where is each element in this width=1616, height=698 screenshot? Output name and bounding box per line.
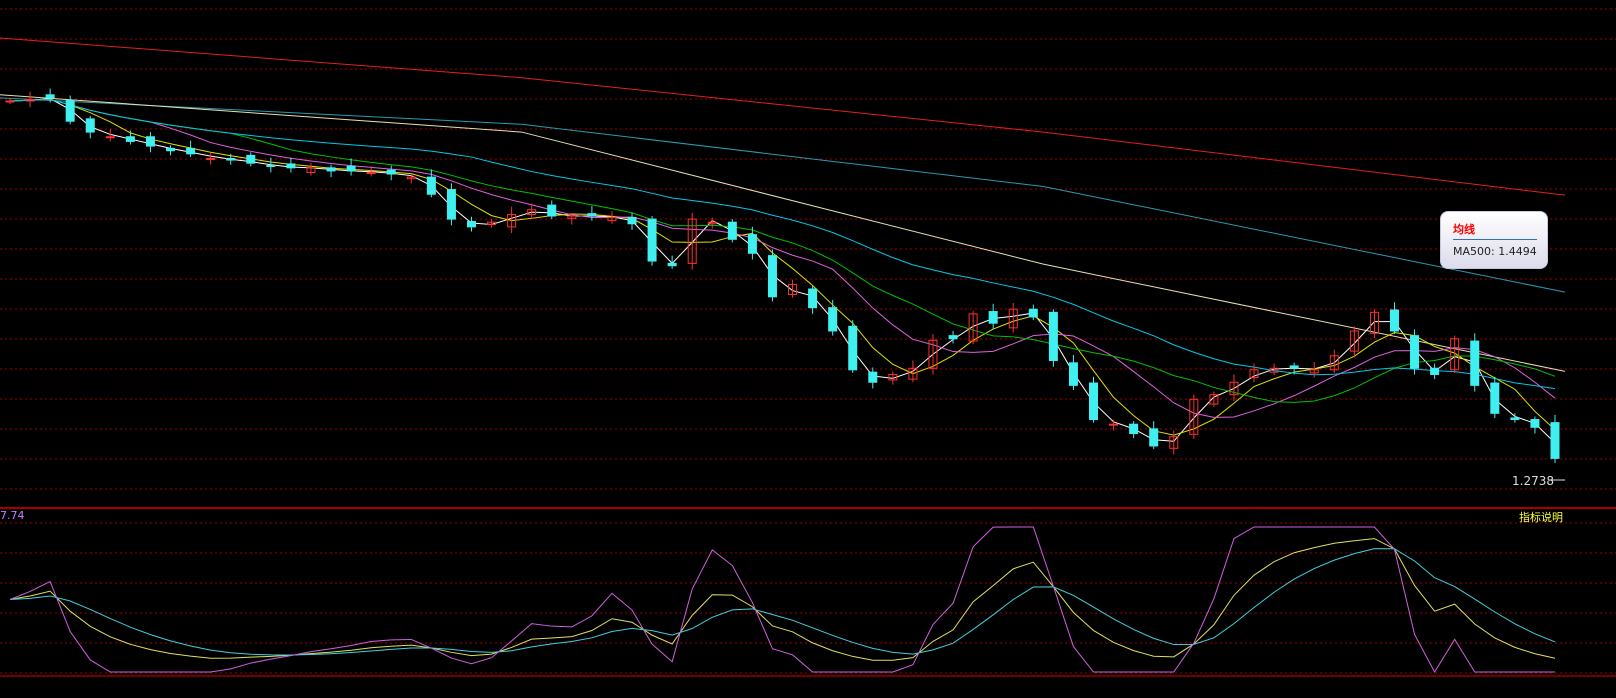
tooltip-value: MA500: 1.4494: [1453, 245, 1537, 258]
candle-down: [868, 371, 878, 383]
candle-down: [547, 204, 557, 217]
candle-down: [1089, 382, 1099, 421]
candle-up: [105, 136, 115, 139]
candle-down: [747, 234, 757, 254]
candle-down: [1410, 335, 1420, 369]
candle-down: [346, 165, 356, 172]
candle-down: [1048, 311, 1058, 361]
candle-down: [647, 218, 657, 262]
candle-down: [1028, 308, 1038, 318]
candle-down: [1129, 423, 1139, 435]
price-chart: [0, 8, 1616, 677]
indicator-value: 7.74: [0, 509, 25, 522]
candle-down: [1430, 367, 1440, 375]
candle-up: [366, 171, 376, 174]
candle-down: [1149, 428, 1159, 447]
ma-line-ma20: [9, 98, 1556, 418]
candle-down: [828, 307, 838, 332]
candle-down: [386, 169, 396, 175]
candle-down: [145, 136, 155, 147]
candle-down: [667, 262, 677, 267]
candle-down: [466, 220, 476, 228]
candle-up: [1109, 423, 1119, 426]
ma-line-ma30: [9, 98, 1556, 403]
candle-down: [85, 118, 95, 133]
tooltip-title: 均线: [1453, 223, 1475, 236]
candle-down: [1068, 362, 1078, 386]
ma-tooltip: 均线 MA500: 1.4494: [1440, 211, 1548, 269]
candle-down: [166, 147, 176, 152]
candle-up: [206, 157, 216, 160]
candle-down: [426, 176, 436, 195]
candle-down: [286, 163, 296, 169]
ma-line-ma120: [0, 94, 1566, 372]
ma-line-ma60: [9, 98, 1556, 390]
candle-down: [125, 136, 135, 142]
candle-down: [988, 311, 998, 324]
candle-down: [1389, 309, 1399, 332]
candle-down: [1530, 419, 1540, 428]
candle-down: [587, 213, 597, 217]
candle-down: [767, 255, 777, 298]
kdj-line-j: [9, 526, 1555, 674]
ma-line-ma500: [0, 37, 1566, 196]
candle-down: [446, 189, 456, 220]
candle-down: [1470, 340, 1480, 386]
indicator-help-link[interactable]: 指标说明: [1519, 509, 1563, 525]
candle-down: [186, 147, 196, 155]
candle-down: [65, 99, 75, 122]
candle-down: [948, 335, 958, 340]
candle-down: [727, 221, 737, 240]
candle-down: [266, 164, 276, 167]
candle-down: [627, 217, 637, 225]
kdj-line-k: [9, 538, 1556, 661]
candle-down: [45, 94, 55, 99]
tooltip-divider: [1453, 239, 1537, 240]
candle-down: [848, 325, 858, 371]
kdj-line-d: [9, 548, 1556, 656]
candle-down: [326, 167, 336, 172]
last-price-label: 1.2738: [1512, 474, 1554, 488]
candle-down: [808, 288, 818, 309]
candle-down: [226, 157, 236, 161]
ma-line-ma250: [0, 97, 1566, 293]
ma-line-ma5: [9, 98, 1556, 444]
candle-down: [1550, 422, 1560, 459]
candle-down: [246, 154, 256, 164]
candle-down: [1289, 365, 1299, 369]
candle-down: [1490, 382, 1500, 414]
candle-up: [5, 100, 15, 103]
candle-down: [1510, 417, 1520, 421]
